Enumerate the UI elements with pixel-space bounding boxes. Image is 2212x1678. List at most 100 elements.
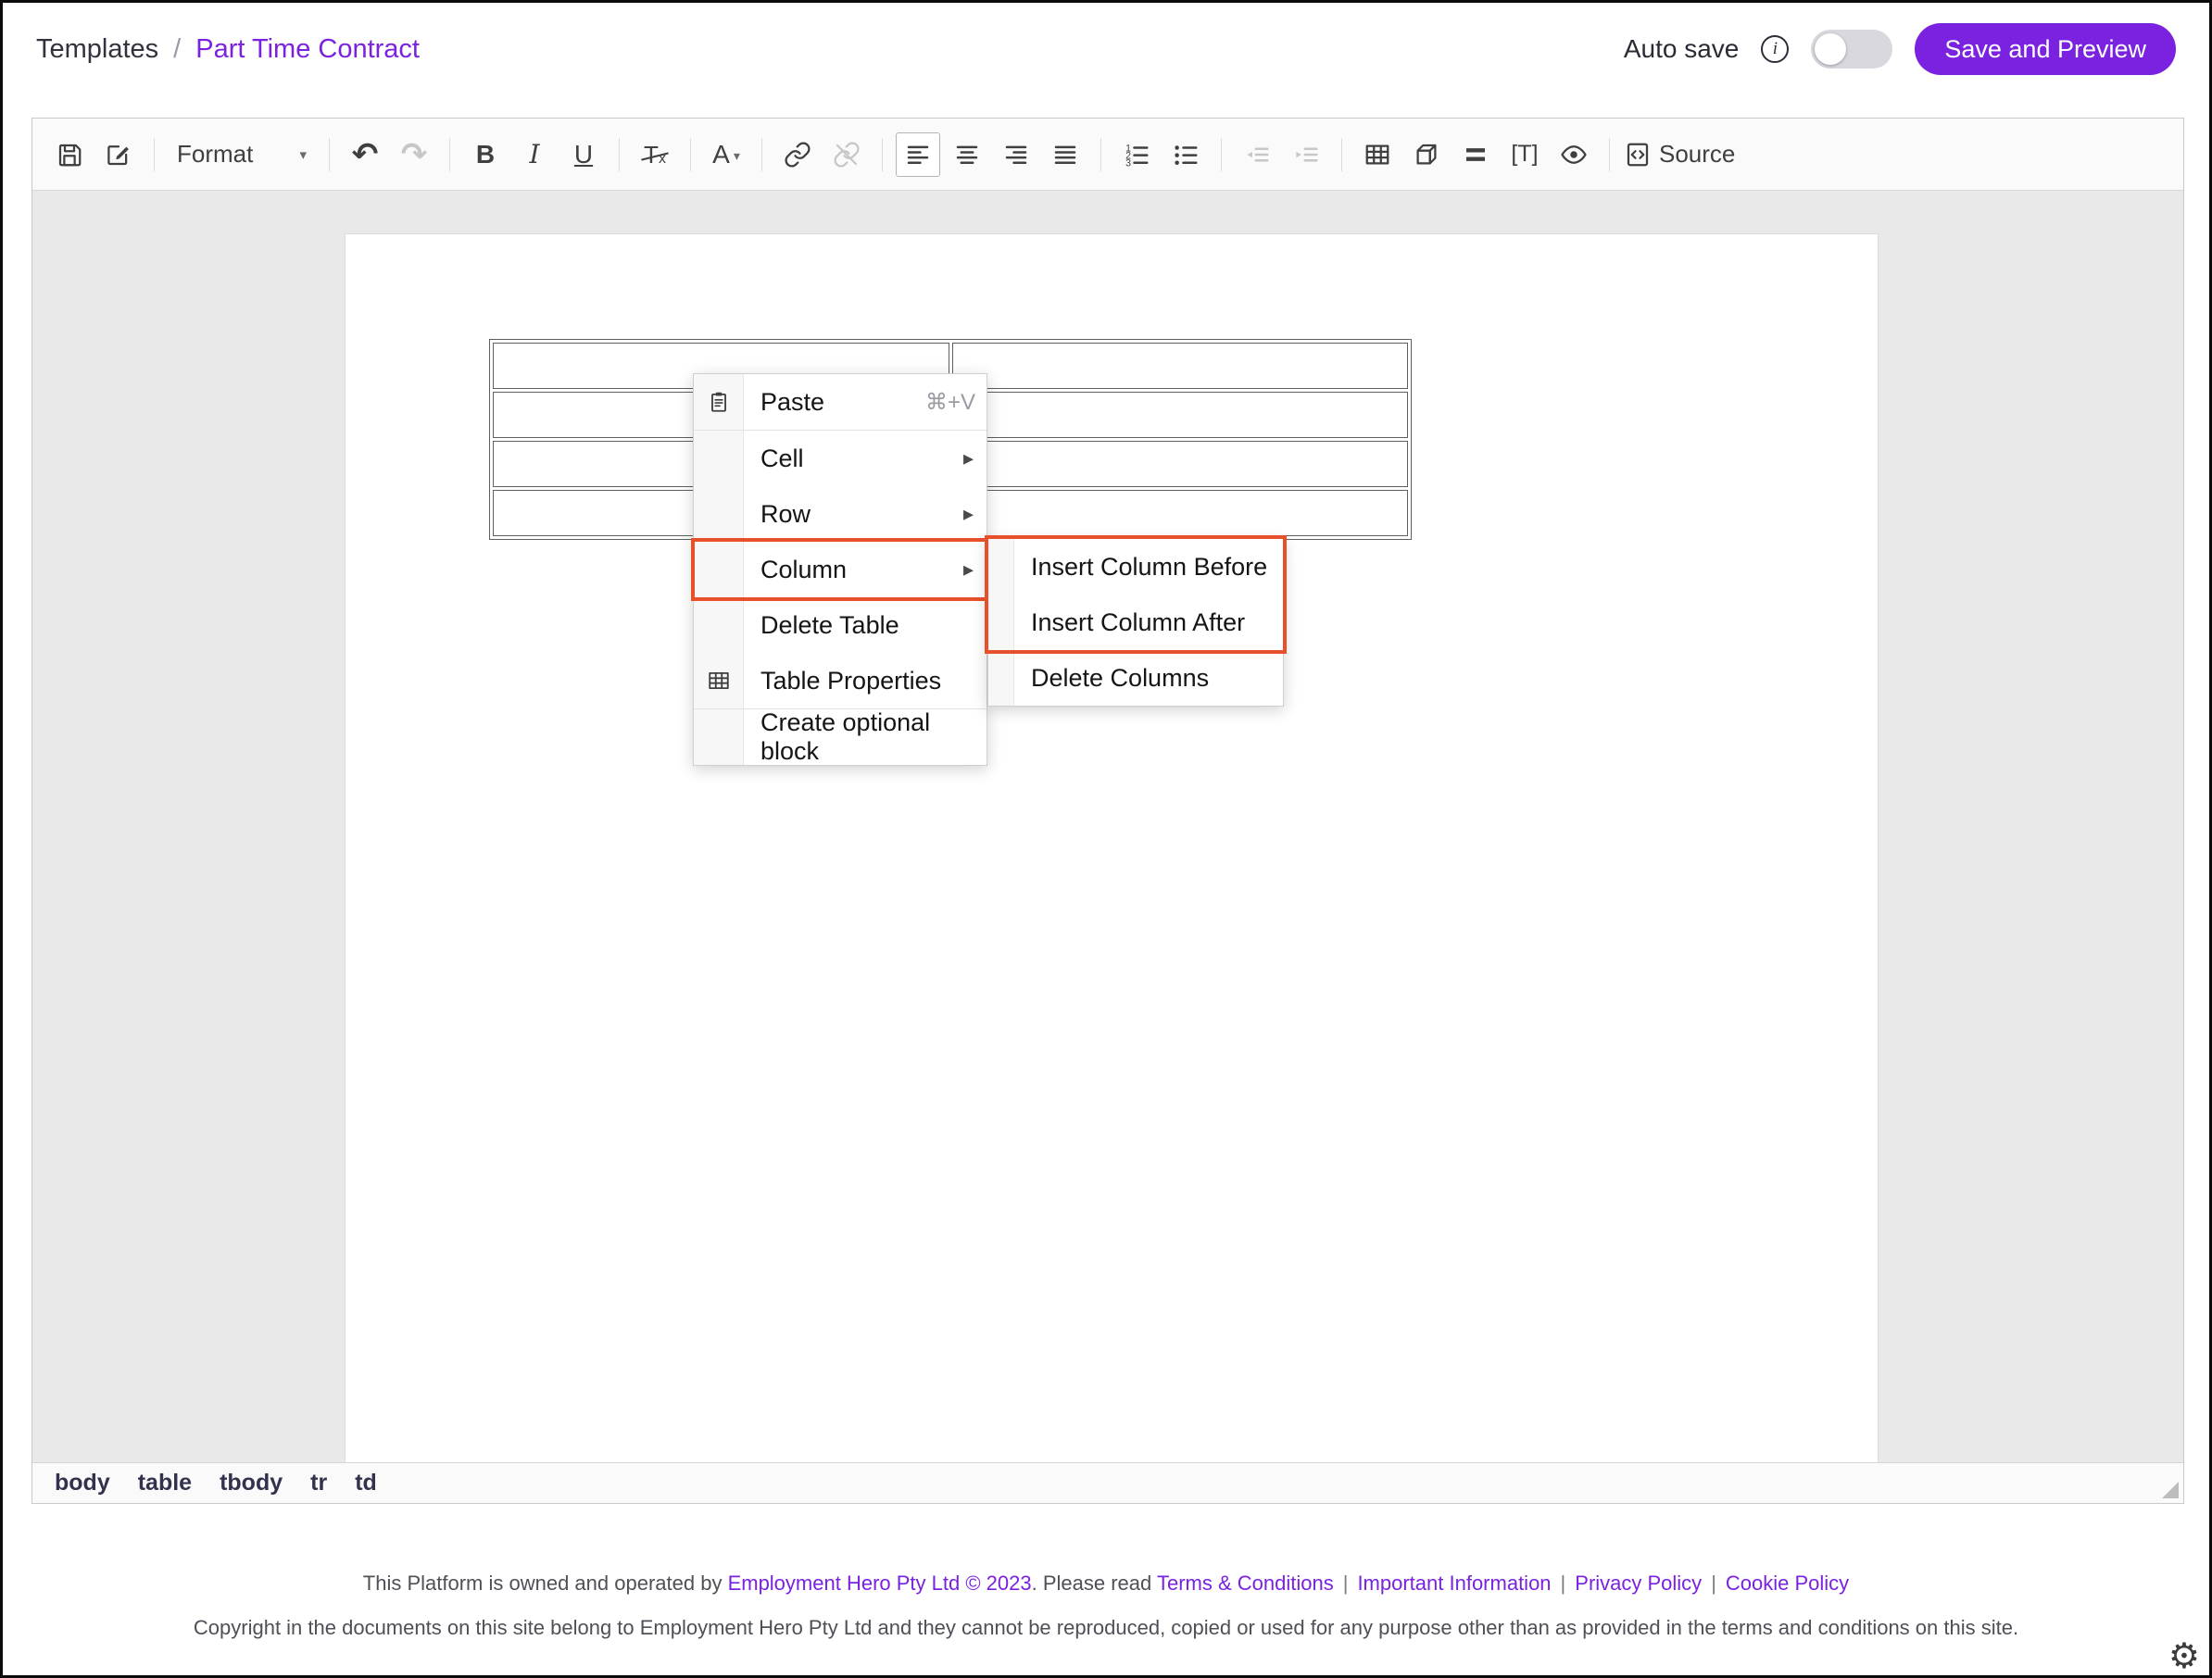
redo-button[interactable]: ↷	[392, 132, 436, 177]
autosave-toggle[interactable]	[1811, 30, 1892, 69]
toolbar-separator	[154, 138, 155, 171]
table-cell[interactable]	[952, 441, 1409, 487]
source-icon	[1624, 141, 1652, 169]
text-color-icon: A▾	[712, 142, 740, 168]
important-information-link[interactable]: Important Information	[1357, 1572, 1551, 1595]
horizontal-rule-button[interactable]	[1453, 132, 1498, 177]
menu-item-cell[interactable]: Cell ▸	[694, 431, 987, 486]
link-button[interactable]	[775, 132, 820, 177]
bold-icon: B	[476, 142, 495, 168]
submenu-arrow-icon: ▸	[963, 446, 974, 470]
toggle-knob	[1815, 33, 1846, 65]
editor: Format ▾ ↶ ↷ B I U Tx	[31, 118, 2184, 1504]
text-color-button[interactable]: A▾	[704, 132, 748, 177]
align-left-button[interactable]	[896, 132, 940, 177]
insert-table-button[interactable]	[1355, 132, 1400, 177]
cookie-policy-link[interactable]: Cookie Policy	[1726, 1572, 1849, 1595]
indent-button[interactable]	[1284, 132, 1328, 177]
remove-format-button[interactable]: Tx	[633, 132, 677, 177]
horizontal-rule-icon	[1462, 141, 1489, 169]
submenu-arrow-icon: ▸	[963, 557, 974, 582]
breadcrumb-templates-link[interactable]: Templates	[36, 34, 158, 65]
editor-canvas	[32, 192, 2183, 1462]
source-label: Source	[1659, 140, 1735, 169]
bulleted-list-button[interactable]	[1163, 132, 1208, 177]
numbered-list-button[interactable]: 1 2 3	[1114, 132, 1159, 177]
menu-item-delete-columns[interactable]: Delete Columns	[988, 650, 1283, 706]
unlink-button[interactable]	[824, 132, 869, 177]
insert-block-button[interactable]	[1404, 132, 1449, 177]
path-element-table[interactable]: table	[138, 1470, 192, 1496]
unlink-icon	[833, 141, 861, 169]
info-icon[interactable]: i	[1761, 35, 1789, 63]
numbered-list-icon: 1 2 3	[1123, 141, 1150, 169]
undo-button[interactable]: ↶	[343, 132, 387, 177]
italic-button[interactable]: I	[512, 132, 557, 177]
toolbar-separator	[1221, 138, 1222, 171]
company-link[interactable]: Employment Hero Pty Ltd © 2023	[728, 1572, 1032, 1595]
footer-text: This Platform is owned and operated by	[363, 1572, 728, 1595]
toolbar-separator	[329, 138, 330, 171]
save-and-preview-button[interactable]: Save and Preview	[1915, 23, 2176, 75]
align-justify-button[interactable]	[1043, 132, 1087, 177]
menu-item-delete-table[interactable]: Delete Table	[694, 597, 987, 653]
menu-item-table-properties[interactable]: Table Properties	[694, 653, 987, 708]
save-icon	[56, 141, 83, 169]
save-document-button[interactable]	[47, 132, 92, 177]
preview-button[interactable]	[1552, 132, 1596, 177]
menu-item-create-optional-block[interactable]: Create optional block	[694, 709, 987, 765]
menu-item-column[interactable]: Column ▸	[694, 542, 987, 597]
underline-button[interactable]: U	[561, 132, 606, 177]
chevron-down-icon: ▾	[299, 146, 307, 163]
header-actions: Auto save i Save and Preview	[1624, 23, 2176, 75]
bulleted-list-icon	[1172, 141, 1200, 169]
path-element-td[interactable]: td	[355, 1470, 377, 1496]
bold-button[interactable]: B	[463, 132, 508, 177]
breadcrumb-current-page: Part Time Contract	[195, 34, 420, 65]
format-dropdown[interactable]: Format ▾	[168, 132, 316, 177]
footer-line1: This Platform is owned and operated by E…	[3, 1572, 2209, 1596]
source-button[interactable]: Source	[1623, 132, 1736, 177]
table-cell[interactable]	[952, 490, 1409, 536]
align-center-button[interactable]	[945, 132, 989, 177]
document-page[interactable]	[345, 233, 1879, 1462]
text-field-button[interactable]: [T]	[1502, 132, 1547, 177]
menu-item-insert-column-after[interactable]: Insert Column After	[988, 595, 1283, 650]
redo-icon: ↷	[401, 139, 428, 170]
footer-separator: |	[1711, 1572, 1716, 1595]
menu-item-paste[interactable]: Paste ⌘+V	[694, 374, 987, 430]
paste-shortcut: ⌘+V	[925, 389, 975, 416]
edit-template-icon	[105, 141, 132, 169]
outdent-icon	[1243, 141, 1271, 169]
table-cell[interactable]	[952, 343, 1409, 389]
table-properties-icon	[707, 669, 731, 693]
format-label: Format	[177, 140, 253, 169]
breadcrumb-separator: /	[173, 34, 181, 65]
toolbar-separator	[1341, 138, 1342, 171]
footer-separator: |	[1343, 1572, 1349, 1595]
editor-toolbar: Format ▾ ↶ ↷ B I U Tx	[32, 119, 2183, 191]
align-right-button[interactable]	[994, 132, 1038, 177]
privacy-policy-link[interactable]: Privacy Policy	[1575, 1572, 1702, 1595]
menu-item-row[interactable]: Row ▸	[694, 486, 987, 542]
element-path-bar: body table tbody tr td	[32, 1462, 2183, 1503]
path-element-body[interactable]: body	[55, 1470, 110, 1496]
align-center-icon	[953, 141, 981, 169]
edit-template-button[interactable]	[96, 132, 141, 177]
insert-table-icon	[1364, 141, 1391, 169]
svg-text:3: 3	[1125, 157, 1131, 169]
toolbar-separator	[1609, 138, 1610, 171]
terms-link[interactable]: Terms & Conditions	[1157, 1572, 1334, 1595]
remove-format-icon: Tx	[644, 143, 666, 167]
path-element-tr[interactable]: tr	[310, 1470, 327, 1496]
editor-resize-handle[interactable]	[2162, 1482, 2179, 1498]
gear-icon[interactable]: ⚙	[2168, 1638, 2200, 1673]
menu-item-insert-column-before[interactable]: Insert Column Before	[988, 539, 1283, 595]
table-cell[interactable]	[952, 392, 1409, 438]
toolbar-separator	[761, 138, 762, 171]
path-element-tbody[interactable]: tbody	[220, 1470, 283, 1496]
cube-icon	[1413, 141, 1440, 169]
outdent-button[interactable]	[1235, 132, 1279, 177]
align-justify-icon	[1051, 141, 1079, 169]
italic-icon: I	[529, 142, 539, 168]
